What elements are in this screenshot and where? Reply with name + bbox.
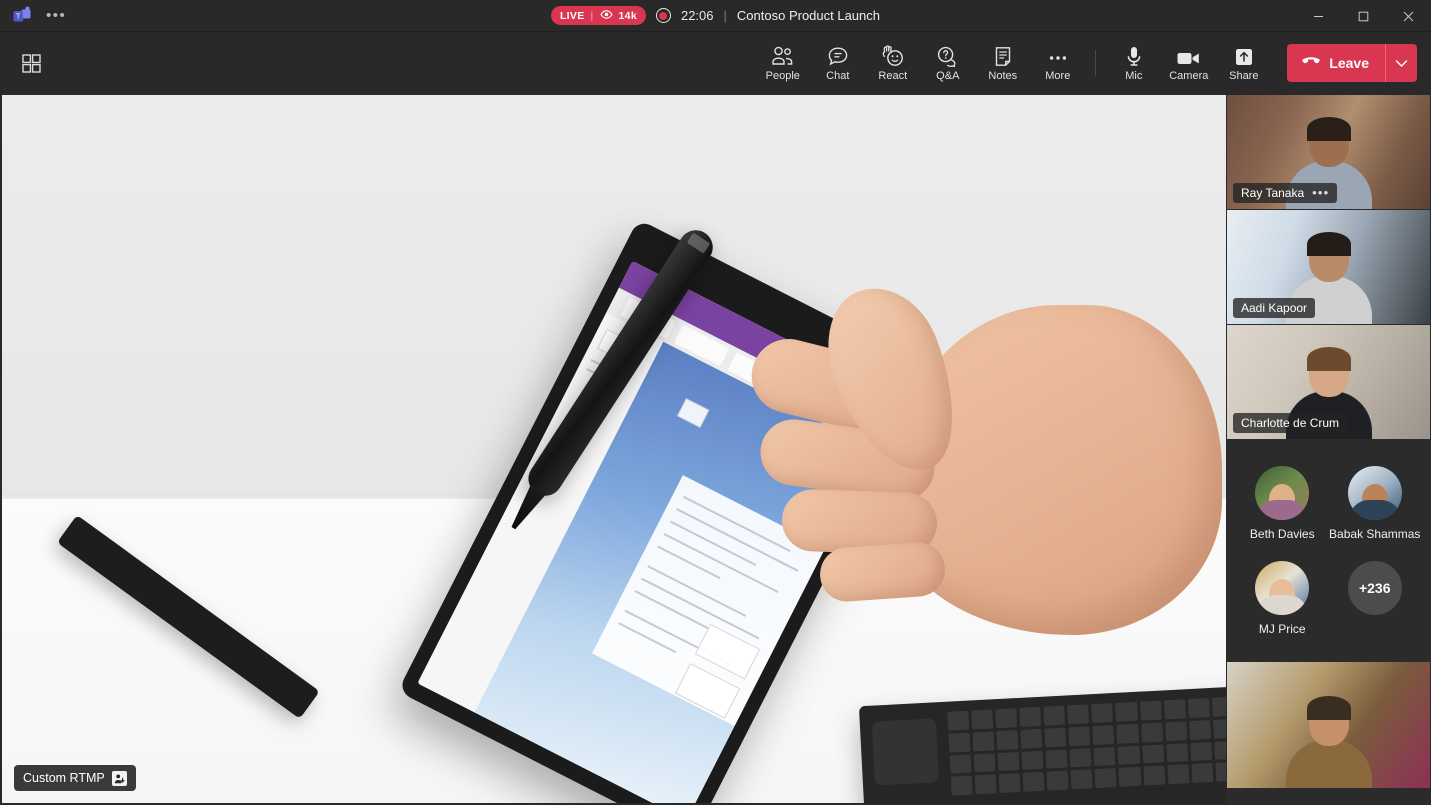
- chat-icon: [827, 44, 849, 67]
- viewer-count: 14k: [618, 9, 637, 22]
- notes-label: Notes: [988, 70, 1018, 82]
- title-bar: T ••• LIVE | 14k 22:06 | Contoso Product…: [0, 0, 1431, 32]
- mic-label: Mic: [1125, 70, 1143, 82]
- ellipsis-icon: [1047, 44, 1069, 67]
- microphone-icon: [1124, 44, 1144, 67]
- rtmp-source-icon: [111, 770, 127, 786]
- shared-content-stage[interactable]: Custom RTMP: [2, 95, 1226, 803]
- qna-label: Q&A: [936, 70, 960, 82]
- tablet-kickstand: [57, 515, 320, 719]
- video-tile-charlotte-de-crum[interactable]: Charlotte de Crum: [1227, 325, 1430, 439]
- live-badge: LIVE | 14k: [550, 6, 646, 25]
- chevron-down-icon: [1395, 56, 1408, 71]
- participant-name: Aadi Kapoor: [1241, 301, 1308, 315]
- overflow-count-badge: +236: [1347, 561, 1402, 615]
- video-tile-additional[interactable]: [1227, 662, 1430, 788]
- people-button[interactable]: People: [755, 36, 810, 90]
- more-button[interactable]: More: [1030, 36, 1085, 90]
- keyboard-trackpad: [871, 718, 939, 786]
- grid-view-icon[interactable]: [12, 44, 50, 82]
- record-icon: [655, 8, 671, 23]
- hangup-phone-icon: [1301, 55, 1321, 71]
- question-answer-icon: [936, 44, 959, 67]
- avatar: [1255, 466, 1310, 520]
- avatar: [1347, 466, 1402, 520]
- source-badge: Custom RTMP: [14, 765, 136, 791]
- react-hand-smiley-icon: [881, 44, 905, 67]
- chat-button[interactable]: Chat: [810, 36, 865, 90]
- participant-avatar-grid: Beth Davies Babak Shammas MJ Price +236: [1226, 440, 1431, 662]
- tablet-keyboard: [858, 683, 1226, 803]
- keyboard-keys: [947, 694, 1226, 796]
- close-icon[interactable]: [1386, 0, 1431, 32]
- live-label: LIVE: [559, 9, 585, 22]
- avatar-babak-shammas[interactable]: Babak Shammas: [1329, 466, 1422, 541]
- notes-icon: [993, 44, 1013, 67]
- react-label: React: [878, 70, 908, 82]
- avatar-mj-price[interactable]: MJ Price: [1236, 561, 1329, 636]
- participant-name-chip: Charlotte de Crum: [1233, 413, 1348, 433]
- share-button[interactable]: Share: [1216, 36, 1271, 90]
- camera-button[interactable]: Camera: [1161, 36, 1216, 90]
- participant-name: Charlotte de Crum: [1241, 416, 1340, 430]
- video-tile-aadi-kapoor[interactable]: Aadi Kapoor: [1227, 210, 1430, 324]
- title-separator: |: [723, 8, 727, 23]
- title-bar-left: T •••: [0, 6, 220, 26]
- participant-name-chip: Aadi Kapoor: [1233, 298, 1316, 318]
- qna-button[interactable]: Q&A: [920, 36, 975, 90]
- share-up-arrow-icon: [1234, 44, 1254, 67]
- app-overflow-icon[interactable]: •••: [46, 8, 66, 23]
- chat-label: Chat: [826, 70, 850, 82]
- finger: [818, 540, 947, 604]
- leave-options-button[interactable]: [1385, 44, 1417, 82]
- product-photo: [2, 95, 1226, 803]
- avatar-label: Beth Davies: [1249, 527, 1315, 541]
- mic-button[interactable]: Mic: [1106, 36, 1161, 90]
- maximize-icon[interactable]: [1341, 0, 1386, 32]
- live-separator: |: [590, 9, 594, 22]
- source-badge-label: Custom RTMP: [23, 771, 105, 785]
- avatar-overflow[interactable]: +236: [1329, 561, 1422, 636]
- stylus-cap: [686, 232, 711, 254]
- svg-text:T: T: [16, 13, 21, 20]
- toolbar-main-group: People Chat React Q&A Notes More: [755, 36, 1085, 90]
- notes-button[interactable]: Notes: [975, 36, 1030, 90]
- people-label: People: [765, 70, 800, 82]
- meeting-toolbar: People Chat React Q&A Notes More Mic Cam…: [0, 32, 1431, 94]
- participant-rail: Ray Tanaka ••• Aadi Kapoor Charlotte de …: [1226, 95, 1431, 805]
- camera-icon: [1176, 44, 1201, 67]
- people-icon: [771, 44, 794, 67]
- teams-logo-icon: T: [12, 6, 32, 26]
- toolbar-divider: [1095, 50, 1097, 76]
- window-controls: [1296, 0, 1431, 32]
- react-button[interactable]: React: [865, 36, 920, 90]
- hand-holding-stylus: [742, 245, 1222, 665]
- participant-name: Ray Tanaka: [1241, 186, 1305, 200]
- teams-meeting-window: T ••• LIVE | 14k 22:06 | Contoso Product…: [0, 0, 1431, 805]
- leave-label: Leave: [1329, 55, 1369, 71]
- toolbar-device-group: Mic Camera Share: [1106, 36, 1271, 90]
- minimize-icon[interactable]: [1296, 0, 1341, 32]
- participant-silhouette: [1285, 696, 1372, 788]
- camera-label: Camera: [1169, 70, 1209, 82]
- avatar: [1255, 561, 1310, 615]
- video-feed: [1227, 662, 1430, 788]
- share-label: Share: [1229, 70, 1259, 82]
- meeting-title: Contoso Product Launch: [736, 8, 881, 23]
- video-tile-ray-tanaka[interactable]: Ray Tanaka •••: [1227, 95, 1430, 209]
- leave-button[interactable]: Leave: [1287, 44, 1385, 82]
- elapsed-time: 22:06: [680, 8, 714, 23]
- avatar-label: MJ Price: [1258, 622, 1306, 636]
- leave-control-group: Leave: [1287, 44, 1417, 82]
- avatar-beth-davies[interactable]: Beth Davies: [1236, 466, 1329, 541]
- participant-name-chip: Ray Tanaka •••: [1233, 183, 1338, 203]
- eye-icon: [599, 9, 613, 22]
- ellipsis-icon[interactable]: •••: [1312, 186, 1329, 199]
- avatar-label: Babak Shammas: [1329, 527, 1421, 541]
- more-label: More: [1045, 70, 1071, 82]
